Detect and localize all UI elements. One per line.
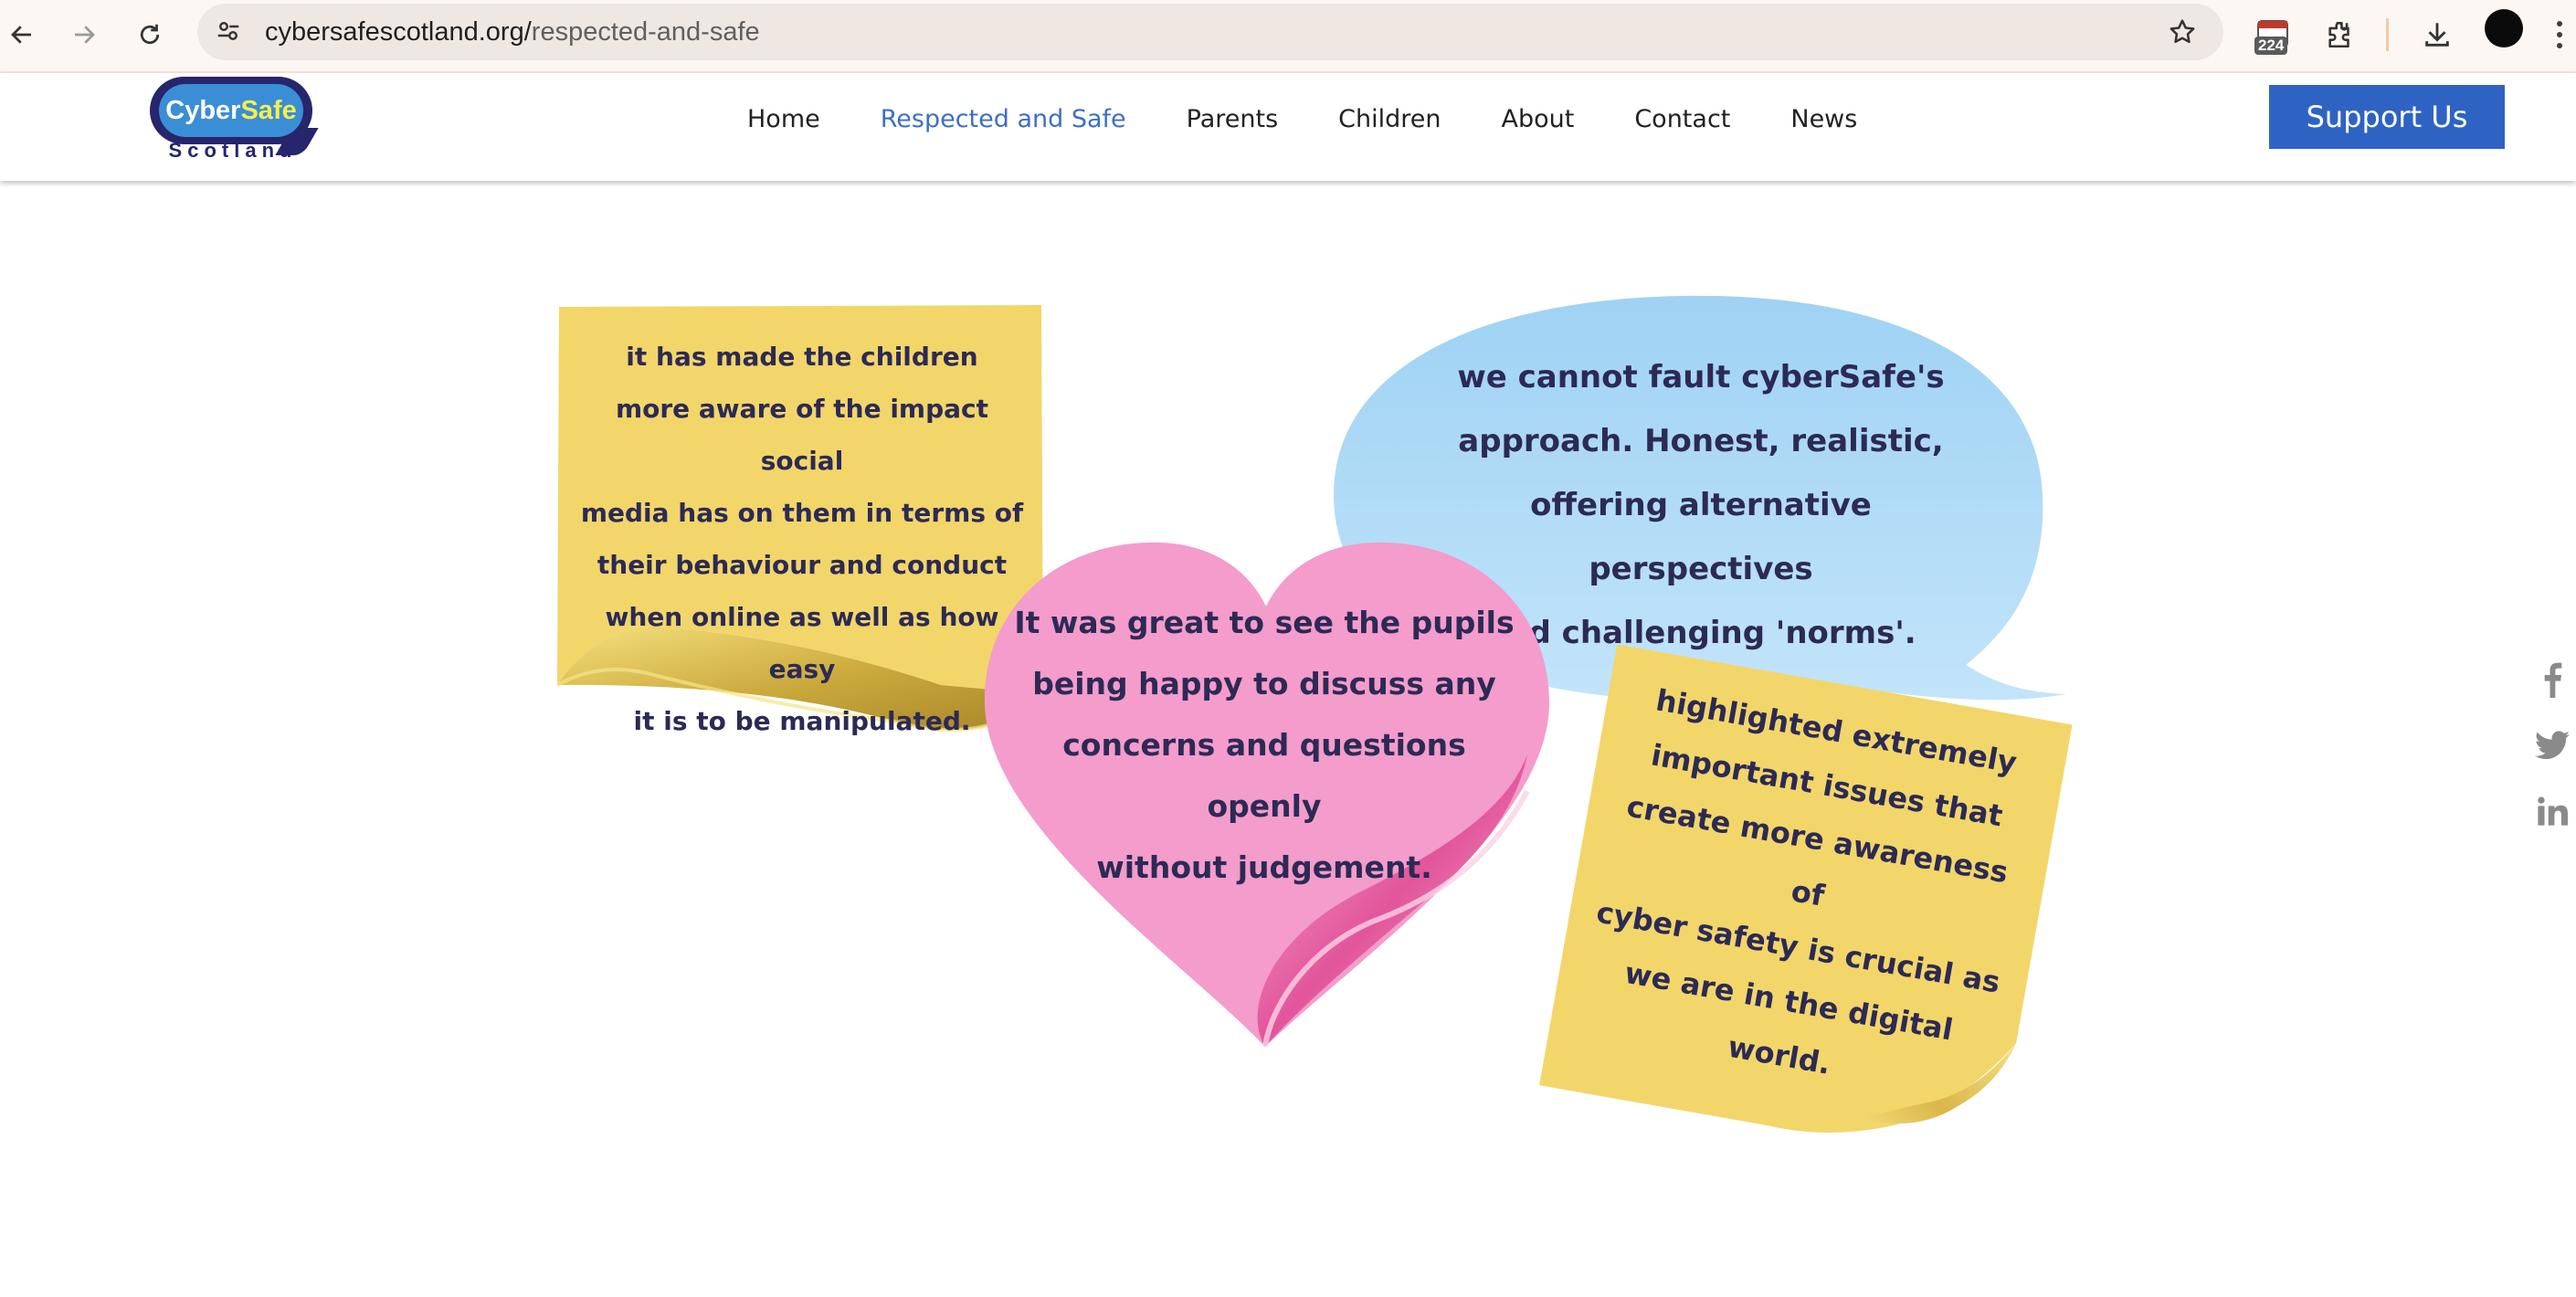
- browser-toolbar: cybersafescotland.org/respected-and-safe…: [0, 0, 2576, 73]
- quote-line: it has made the children: [626, 342, 978, 372]
- nav-about[interactable]: About: [1502, 105, 1575, 133]
- cybersafe-logo[interactable]: Cyber Safe Scotland: [146, 75, 320, 166]
- linkedin-icon: [2538, 796, 2568, 826]
- main-nav: Home Respected and Safe Parents Children…: [747, 73, 1917, 164]
- extensions-button[interactable]: [2318, 13, 2362, 57]
- address-bar[interactable]: cybersafescotland.org/respected-and-safe: [197, 4, 2223, 60]
- nav-parents[interactable]: Parents: [1187, 105, 1279, 133]
- quote-line: being happy to discuss any: [1032, 666, 1496, 701]
- nav-children[interactable]: Children: [1338, 105, 1441, 133]
- yellow-sticky-note-right: highlighted extremely important issues t…: [1534, 638, 2081, 1171]
- download-icon: [2425, 23, 2449, 47]
- quote-line: approach. Honest, realistic,: [1458, 423, 1944, 459]
- nav-contact[interactable]: Contact: [1634, 105, 1730, 133]
- twitter-share[interactable]: [2534, 727, 2571, 764]
- quote-line: more aware of the impact social: [615, 394, 989, 476]
- quote-pink-heart: It was great to see the pupils being hap…: [1014, 592, 1515, 898]
- nav-news[interactable]: News: [1790, 105, 1857, 133]
- url-path: respected-and-safe: [531, 17, 760, 47]
- url-host: cybersafescotland.org/: [265, 17, 532, 47]
- facebook-icon: [2544, 662, 2562, 698]
- quote-line: when online as well as how easy: [605, 602, 999, 684]
- reload-icon: [140, 24, 160, 45]
- bookmark-star-icon[interactable]: [2165, 15, 2200, 49]
- logo-wordmark: Cyber Safe: [159, 84, 303, 137]
- quote-line: It was great to see the pupils: [1014, 605, 1515, 640]
- extension-badge: 224: [2254, 37, 2288, 55]
- nav-respected-and-safe[interactable]: Respected and Safe: [881, 105, 1126, 133]
- site-header: Cyber Safe Scotland Home Respected and Sa…: [0, 73, 2576, 181]
- profile-avatar[interactable]: [2485, 9, 2523, 47]
- site-settings-icon[interactable]: [212, 15, 245, 47]
- downloads-button[interactable]: [2415, 13, 2459, 57]
- twitter-icon: [2535, 731, 2570, 760]
- support-us-button[interactable]: Support Us: [2269, 85, 2505, 149]
- toolbar-divider: [2386, 18, 2389, 51]
- puzzle-icon: [2328, 21, 2349, 48]
- reload-button[interactable]: [128, 13, 172, 57]
- quote-line: it is to be manipulated.: [633, 706, 971, 736]
- forward-button[interactable]: [62, 13, 106, 57]
- quote-line: concerns and questions openly: [1062, 727, 1466, 824]
- logo-subtitle: Scotland: [168, 139, 298, 162]
- quote-line: their behaviour and conduct: [596, 550, 1008, 580]
- quote-line: without judgement.: [1096, 849, 1432, 885]
- arrow-right-icon: [75, 26, 95, 44]
- url-text: cybersafescotland.org/respected-and-safe: [265, 4, 760, 60]
- linkedin-share[interactable]: [2534, 793, 2571, 829]
- logo-cyber: Cyber: [165, 95, 241, 125]
- quote-line: media has on them in terms of: [580, 498, 1024, 528]
- nav-home[interactable]: Home: [747, 105, 820, 133]
- back-button[interactable]: [0, 13, 44, 57]
- quote-yellow-left: it has made the children more aware of t…: [574, 331, 1030, 747]
- quote-yellow-right: highlighted extremely important issues t…: [1572, 669, 2043, 1118]
- browser-menu-icon[interactable]: [2550, 13, 2569, 57]
- logo-safe: Safe: [240, 95, 297, 125]
- quote-line: we cannot fault cyberSafe's: [1457, 359, 1945, 395]
- arrow-left-icon: [11, 26, 31, 44]
- facebook-share[interactable]: [2534, 661, 2571, 698]
